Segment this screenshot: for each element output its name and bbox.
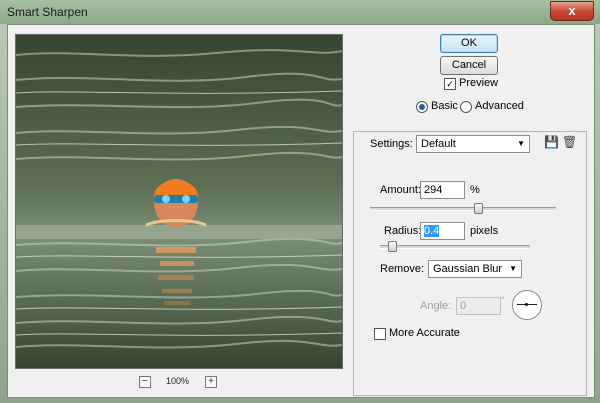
angle-label: Angle: [420, 300, 452, 312]
zoom-level: 100% [166, 376, 190, 386]
amount-value: 294 [424, 184, 443, 196]
dialog-body: − 100% + OK Cancel ✓ Preview Basic Advan… [7, 24, 595, 398]
zoom-out-button[interactable]: − [139, 376, 151, 388]
radius-slider-thumb[interactable] [388, 241, 398, 252]
amount-input[interactable]: 294 [420, 181, 465, 199]
preview-image-swimmer [16, 35, 342, 368]
settings-label: Settings: [370, 138, 413, 150]
more-accurate-label: More Accurate [389, 327, 460, 339]
preview-checkbox[interactable]: ✓ [444, 78, 456, 90]
settings-dropdown-value: Default [421, 138, 456, 150]
ok-button[interactable]: OK [440, 34, 498, 53]
radius-unit: pixels [470, 225, 499, 237]
amount-slider-thumb[interactable] [474, 203, 484, 214]
window-title: Smart Sharpen [7, 5, 88, 19]
angle-value: 0 [460, 300, 467, 312]
radius-value: 0.4 [424, 225, 440, 237]
mode-advanced-radio[interactable] [460, 101, 472, 113]
amount-slider-track[interactable] [370, 207, 556, 211]
angle-input[interactable]: 0 [456, 297, 501, 315]
radius-slider-track[interactable] [380, 245, 530, 249]
preview-image[interactable] [15, 34, 343, 369]
angle-unit: ° [501, 295, 505, 305]
close-button[interactable]: x [550, 1, 594, 21]
save-settings-icon[interactable]: 💾 [544, 135, 559, 149]
mode-basic-label: Basic [431, 100, 458, 112]
chevron-down-icon: ▼ [509, 264, 517, 273]
radius-label: Radius: [384, 225, 422, 237]
cancel-button[interactable]: Cancel [440, 56, 498, 75]
plus-icon: + [208, 376, 214, 387]
angle-dial[interactable] [512, 290, 542, 320]
amount-unit: % [470, 184, 480, 196]
smart-sharpen-window: Smart Sharpen x − 100% + OK Cancel ✓ Pre… [0, 0, 600, 403]
chevron-down-icon: ▼ [517, 139, 525, 148]
minus-icon: − [142, 376, 148, 387]
remove-label: Remove: [380, 263, 425, 275]
trash-icon[interactable]: 🗑 [562, 135, 577, 149]
mode-advanced-label: Advanced [475, 100, 524, 112]
amount-label: Amount: [380, 184, 421, 196]
settings-dropdown[interactable]: Default ▼ [416, 135, 530, 153]
checkmark-icon: ✓ [446, 79, 454, 89]
more-accurate-checkbox[interactable] [374, 328, 386, 340]
preview-label: Preview [459, 77, 499, 89]
remove-dropdown-value: Gaussian Blur [433, 263, 503, 275]
zoom-in-button[interactable]: + [205, 376, 217, 388]
close-icon: x [568, 3, 576, 18]
radius-input[interactable]: 0.4 [420, 222, 465, 240]
remove-dropdown[interactable]: Gaussian Blur ▼ [428, 260, 522, 278]
title-bar[interactable]: Smart Sharpen x [0, 0, 600, 24]
settings-group: Settings: Default ▼ 💾 🗑 Amount: 294 % Ra… [353, 131, 587, 396]
mode-basic-radio[interactable] [416, 101, 428, 113]
